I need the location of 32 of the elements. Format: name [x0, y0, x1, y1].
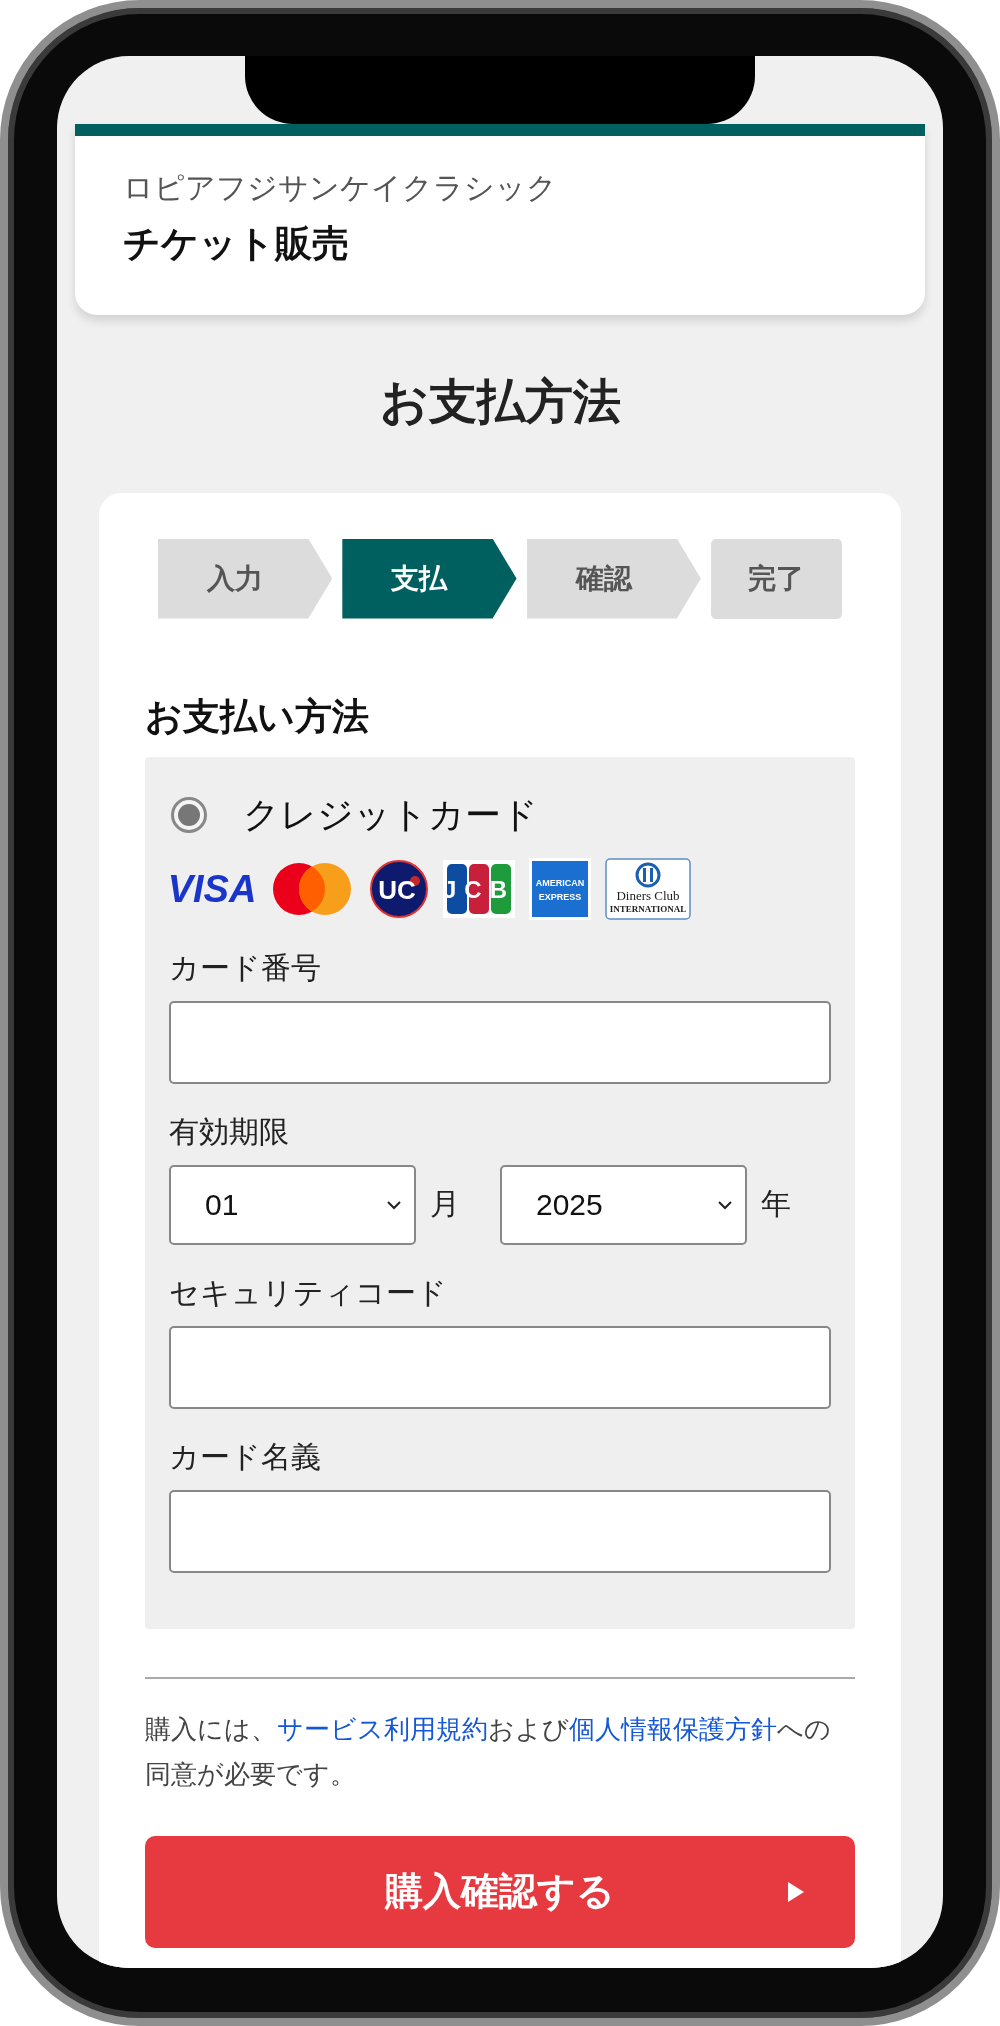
field-label: セキュリティコード: [169, 1275, 448, 1311]
field-label: 有効期限: [169, 1114, 290, 1150]
play-arrow-icon: [787, 1881, 805, 1903]
field-label: カード名義: [169, 1439, 322, 1475]
security-code-field[interactable]: [169, 1326, 831, 1409]
header-title: チケット販売: [123, 222, 350, 266]
radio-button[interactable]: [171, 797, 207, 834]
chevron-down-icon: [717, 1200, 733, 1210]
uc-logo: UC: [369, 859, 429, 919]
progress-step: 確認: [526, 538, 701, 619]
event-name: ロピアフジサンケイクラシック: [123, 170, 558, 206]
field-label: カード番号: [169, 950, 322, 986]
card-holder-field[interactable]: [169, 1490, 831, 1573]
terms-link[interactable]: サービス利用規約: [277, 1714, 488, 1744]
month-select[interactable]: 01: [169, 1165, 416, 1245]
privacy-link[interactable]: 個人情報保護方針: [569, 1714, 777, 1744]
chevron-down-icon: [386, 1200, 402, 1210]
card-number-field[interactable]: [169, 1001, 831, 1084]
unit-label: 年: [761, 1186, 791, 1223]
amex-logo: AMERICAN EXPRESS: [529, 858, 591, 920]
section-title: お支払い方法: [145, 694, 370, 739]
year-select[interactable]: 2025: [500, 1165, 747, 1245]
progress-step: 入力: [158, 538, 333, 619]
unit-label: 月: [430, 1186, 460, 1223]
progress-step: 支払: [342, 538, 517, 619]
option-label: クレジットカード: [243, 793, 538, 837]
page-title: お支払方法: [378, 374, 622, 430]
visa-logo: VISA: [169, 864, 255, 914]
terms-text: 購入には、サービス利用規約および個人情報保護方針への同意が必要です。: [145, 1713, 832, 1792]
diners-club-logo: Diners Club INTERNATIONAL: [605, 858, 691, 920]
purchase-confirm-button[interactable]: 購入確認する: [145, 1836, 855, 1948]
progress-step: 完了: [710, 538, 842, 619]
